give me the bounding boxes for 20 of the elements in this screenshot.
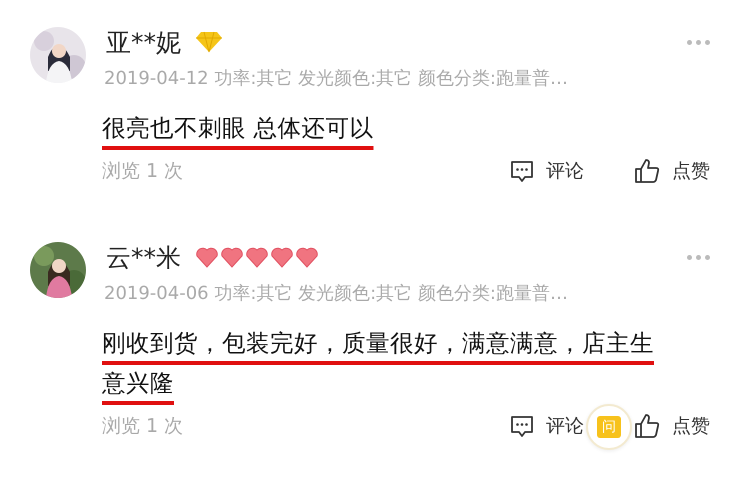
review-meta: 2019-04-12 功率:其它 发光颜色:其它 颜色分类:跑量普…	[104, 67, 569, 90]
view-count: 浏览 1 次	[102, 159, 184, 184]
thumbs-up-icon	[634, 158, 660, 184]
comment-button[interactable]: 评论	[510, 413, 584, 439]
user-name: 亚**妮	[106, 26, 181, 58]
like-button[interactable]: 点赞	[634, 413, 710, 439]
diamond-icon	[195, 31, 223, 53]
comment-button[interactable]: 评论	[510, 158, 584, 184]
thumbs-up-icon	[634, 413, 660, 439]
more-icon[interactable]	[687, 40, 710, 44]
review-meta: 2019-04-06 功率:其它 发光颜色:其它 颜色分类:跑量普…	[104, 282, 569, 305]
like-button[interactable]: 点赞	[634, 158, 710, 184]
review-text: 刚收到货，包装完好，质量很好，满意满意，店主生意兴隆	[102, 328, 655, 399]
review-text: 很亮也不刺眼 总体还可以	[102, 113, 374, 144]
user-name: 云**米	[106, 242, 181, 274]
more-icon[interactable]	[687, 254, 710, 260]
heart-level-icon	[195, 245, 321, 269]
comment-icon	[510, 159, 534, 183]
comment-icon	[510, 414, 534, 438]
view-count: 浏览 1 次	[102, 414, 184, 439]
